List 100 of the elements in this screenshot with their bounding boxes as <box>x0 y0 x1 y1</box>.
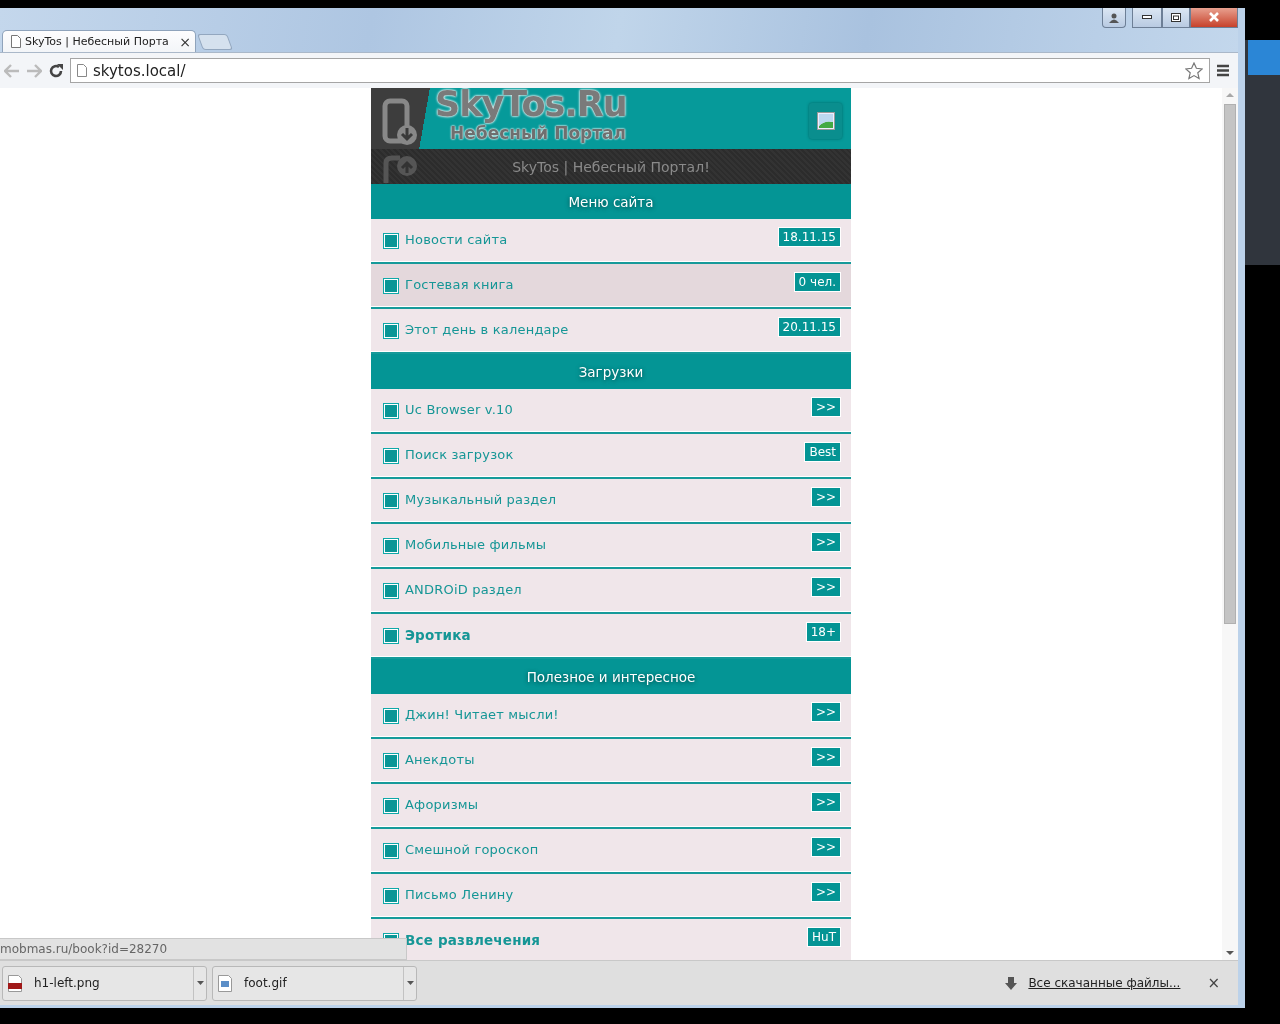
file-name: h1-left.png <box>34 976 101 990</box>
dropdown-button[interactable] <box>403 966 416 1000</box>
dropdown-button[interactable] <box>193 966 206 1000</box>
bullet-icon <box>383 538 399 554</box>
menu-link[interactable]: ANDROiD раздел <box>405 582 805 597</box>
maximize-button[interactable] <box>1162 7 1190 28</box>
menu-badge: >> <box>810 702 841 722</box>
menu-link[interactable]: Письмо Ленину <box>405 887 805 902</box>
menu-link[interactable]: Эротика <box>405 627 800 643</box>
menu-badge: >> <box>810 792 841 812</box>
menu-link[interactable]: Смешной гороскоп <box>405 842 805 857</box>
close-button[interactable]: × <box>1207 974 1220 992</box>
menu-link[interactable]: Этот день в календаре <box>405 322 772 337</box>
close-icon <box>1208 12 1220 22</box>
file-name: foot.gif <box>244 976 288 990</box>
title-strip <box>1248 40 1280 75</box>
menu-row[interactable]: Мобильные фильмы >> <box>371 524 851 569</box>
menu-badge: >> <box>810 882 841 902</box>
menu-row[interactable]: Гостевая книга 0 чел. <box>371 264 851 309</box>
browser-tab[interactable]: SkyTos | Небесный Порта × <box>2 30 196 52</box>
minimize-button[interactable] <box>1132 7 1162 28</box>
profile-button[interactable] <box>1102 8 1126 28</box>
menu-row[interactable]: Поиск загрузок Best <box>371 434 851 479</box>
menu-icon[interactable] <box>1216 64 1230 77</box>
menu-row[interactable]: Музыкальный раздел >> <box>371 479 851 524</box>
scrollbar[interactable] <box>1222 88 1238 960</box>
bullet-icon <box>383 843 399 859</box>
person-icon <box>1109 12 1119 23</box>
menu-badge: >> <box>810 487 841 507</box>
scrollbar-thumb[interactable] <box>1224 104 1236 624</box>
tab-title: SkyTos | Небесный Порта <box>25 35 170 48</box>
menu-badge: >> <box>810 577 841 597</box>
menu-badge: 18.11.15 <box>777 227 841 247</box>
bullet-icon <box>383 493 399 509</box>
scroll-up-icon[interactable] <box>1226 93 1234 97</box>
bullet-icon <box>383 583 399 599</box>
menu-badge: Best <box>804 442 841 462</box>
status-url: mobmas.ru/book?id=28270 <box>0 938 407 960</box>
bullet-icon <box>383 798 399 814</box>
menu-row[interactable]: Новости сайта 18.11.15 <box>371 219 851 264</box>
menu-badge: 0 чел. <box>793 272 841 292</box>
menu-link[interactable]: Новости сайта <box>405 232 772 247</box>
menu-link[interactable]: Поиск загрузок <box>405 447 799 462</box>
address-bar[interactable]: skytos.local/ <box>70 58 1210 83</box>
scroll-down-icon[interactable] <box>1226 951 1234 955</box>
menu-badge: 18+ <box>805 622 841 642</box>
reload-icon[interactable] <box>48 62 64 79</box>
menu-badge: HuT <box>807 927 841 947</box>
menu-badge: >> <box>810 837 841 857</box>
section-header: Меню сайта <box>371 184 851 219</box>
page-icon <box>77 64 87 77</box>
menu-row[interactable]: Этот день в календаре 20.11.15 <box>371 309 851 354</box>
caret-icon <box>196 981 204 985</box>
menu-row[interactable]: Джин! Читает мысли! >> <box>371 694 851 739</box>
image-button[interactable] <box>809 103 842 139</box>
menu-row[interactable]: Смешной гороскоп >> <box>371 829 851 874</box>
bullet-icon <box>383 403 399 419</box>
menu-link[interactable]: Анекдоты <box>405 752 805 767</box>
menu-link[interactable]: Uc Browser v.10 <box>405 402 805 417</box>
menu-badge: >> <box>810 747 841 767</box>
bullet-icon <box>383 448 399 464</box>
menu-row[interactable]: Письмо Ленину >> <box>371 874 851 919</box>
show-all-downloads-link[interactable]: Все скачанные файлы... <box>1028 976 1181 990</box>
download-item[interactable]: h1-left.png <box>2 965 207 1001</box>
bullet-icon <box>383 753 399 769</box>
menu-badge: >> <box>810 397 841 417</box>
page-icon <box>11 35 21 48</box>
star-icon[interactable] <box>1185 61 1203 80</box>
menu-row[interactable]: Афоризмы >> <box>371 784 851 829</box>
tab-close-button[interactable]: × <box>179 33 191 50</box>
menu-link[interactable]: Музыкальный раздел <box>405 492 805 507</box>
menu-row[interactable]: ANDROiD раздел >> <box>371 569 851 614</box>
bullet-icon <box>383 323 399 339</box>
section-header: Полезное и интересное <box>371 659 851 694</box>
menu-badge: 20.11.15 <box>777 317 841 337</box>
minimize-icon <box>1142 15 1152 19</box>
menu-link[interactable]: Джин! Читает мысли! <box>405 707 805 722</box>
menu-link[interactable]: Афоризмы <box>405 797 805 812</box>
menu-row[interactable]: Анекдоты >> <box>371 739 851 784</box>
broken-image-icon <box>816 112 835 130</box>
close-button[interactable] <box>1190 7 1238 28</box>
maximize-icon <box>1171 12 1181 22</box>
bullet-icon <box>383 708 399 724</box>
url-text: skytos.local/ <box>93 61 186 80</box>
bullet-icon <box>383 628 399 644</box>
file-icon <box>218 974 232 992</box>
menu-link[interactable]: Мобильные фильмы <box>405 537 805 552</box>
bullet-icon <box>383 278 399 294</box>
menu-badge: >> <box>810 532 841 552</box>
menu-row[interactable]: Эротика 18+ <box>371 614 851 659</box>
bullet-icon <box>383 888 399 904</box>
site-tagline: SkyTos | Небесный Портал! <box>371 149 851 184</box>
menu-row[interactable]: Uc Browser v.10 >> <box>371 389 851 434</box>
section-header: Загрузки <box>371 354 851 389</box>
download-item[interactable]: foot.gif <box>212 965 417 1001</box>
download-icon <box>1005 976 1018 990</box>
caret-icon <box>406 981 414 985</box>
menu-link[interactable]: Гостевая книга <box>405 277 788 292</box>
bullet-icon <box>383 233 399 249</box>
image-file-icon <box>8 974 22 992</box>
